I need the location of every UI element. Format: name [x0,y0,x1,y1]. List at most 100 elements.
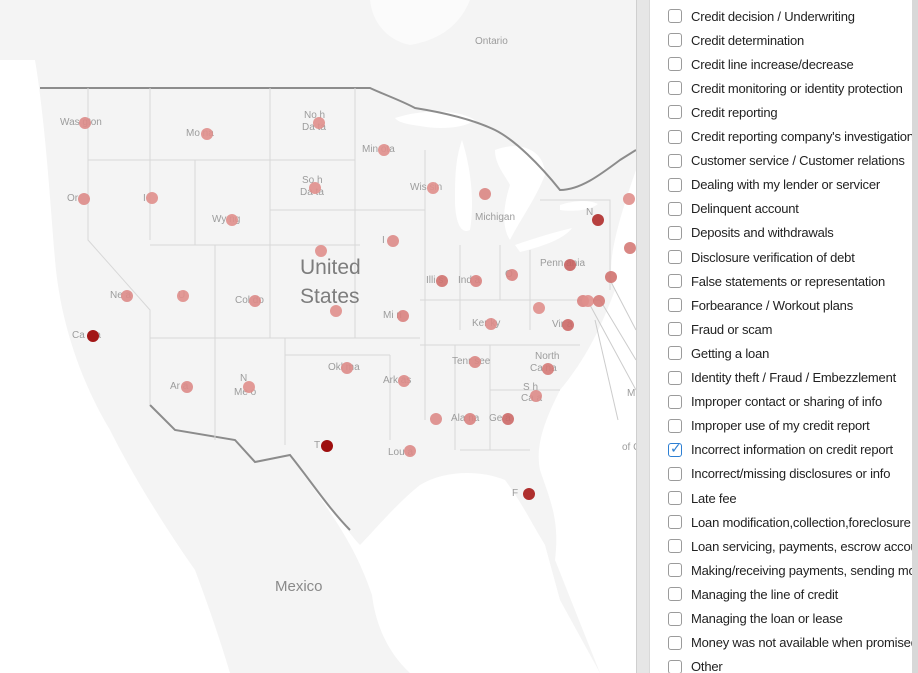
checkbox[interactable] [668,201,682,216]
filter-option[interactable]: Money was not available when promised [650,631,912,655]
checkbox[interactable] [668,539,682,554]
checkbox[interactable] [668,563,682,578]
filter-option[interactable]: Credit reporting [650,100,778,124]
filter-option[interactable]: Credit decision / Underwriting [650,4,855,28]
filter-option[interactable]: Credit monitoring or identity protection [650,76,903,100]
filter-option[interactable]: Managing the loan or lease [650,607,843,631]
map-marker-illinois[interactable] [436,275,448,287]
checkbox[interactable] [668,153,682,168]
checkbox[interactable] [668,57,682,72]
checkbox[interactable] [668,659,682,673]
checkbox[interactable] [668,33,682,48]
checkbox[interactable] [668,346,682,361]
map-marker-virginia[interactable] [562,319,574,331]
map-marker-oklahoma[interactable] [341,362,353,374]
filter-option[interactable]: Deposits and withdrawals [650,221,834,245]
map-marker-alabama[interactable] [464,413,476,425]
map-marker-new-jersey[interactable] [593,295,605,307]
checkbox[interactable] [668,105,682,120]
filter-option[interactable]: Customer service / Customer relations [650,149,905,173]
map-marker-wisconsin[interactable] [427,182,439,194]
checkbox[interactable] [668,250,682,264]
filter-option[interactable]: Incorrect information on credit report [650,438,893,462]
filter-option[interactable]: Credit determination [650,28,804,52]
checkbox[interactable] [668,370,682,385]
checkbox[interactable] [668,129,682,144]
panel-divider[interactable] [636,0,650,673]
checkbox[interactable] [668,491,682,505]
checkbox[interactable] [668,322,682,337]
map-marker-utah[interactable] [177,290,189,302]
filter-option[interactable]: Other [650,655,723,673]
map-marker-georgia[interactable] [502,413,514,425]
map-marker-west-virginia[interactable] [533,302,545,314]
map-marker-north-dakota[interactable] [313,117,325,129]
filter-option[interactable]: Loan servicing, payments, escrow account [650,534,912,558]
map-marker-iowa[interactable] [387,235,399,247]
checkbox[interactable] [668,9,682,23]
checkbox[interactable] [668,225,682,240]
checkbox[interactable] [668,635,682,650]
filter-option[interactable]: Managing the line of credit [650,582,838,606]
map-marker-missouri[interactable] [397,310,409,322]
map-marker-michigan[interactable] [479,188,491,200]
map-marker-mississippi[interactable] [430,413,442,425]
map-marker-colorado[interactable] [249,295,261,307]
map-marker-tennessee[interactable] [469,356,481,368]
map-marker-idaho[interactable] [146,192,158,204]
map-marker-indiana[interactable] [470,275,482,287]
filter-option[interactable]: Credit reporting company's investigation [650,125,912,149]
filter-option[interactable]: Getting a loan [650,341,769,365]
checkbox[interactable] [668,418,682,433]
map-marker-nevada[interactable] [121,290,133,302]
map-marker-montana[interactable] [201,128,213,140]
filter-option[interactable]: Credit line increase/decrease [650,52,854,76]
map-marker-arkansas[interactable] [398,375,410,387]
map-marker-pennsylvania[interactable] [564,259,576,271]
map-marker-arizona[interactable] [181,381,193,393]
map-marker-south-dakota[interactable] [309,182,321,194]
filter-option[interactable]: Delinquent account [650,197,799,221]
checkbox[interactable] [668,466,682,481]
map-marker-minnesota[interactable] [378,144,390,156]
map-marker-nebraska[interactable] [315,245,327,257]
map-marker-ohio[interactable] [506,269,518,281]
map-marker-louisiana[interactable] [404,445,416,457]
filter-option[interactable]: Late fee [650,486,737,510]
filter-option[interactable]: Identity theft / Fraud / Embezzlement [650,366,896,390]
map-marker-california[interactable] [87,330,99,342]
filter-option[interactable]: Dealing with my lender or servicer [650,173,880,197]
map-marker-north-carolina[interactable] [542,363,554,375]
map-marker-new-mexico[interactable] [243,381,255,393]
map-view[interactable]: Ontario United States Michigan Mexico Wa… [0,0,636,673]
checkbox[interactable] [668,394,682,409]
checkbox-checked[interactable] [668,441,682,457]
map-marker-oregon[interactable] [78,193,90,205]
checkbox[interactable] [668,515,682,530]
map-marker-new-york[interactable] [592,214,604,226]
map-marker-kentucky[interactable] [485,318,497,330]
filter-option[interactable]: Making/receiving payments, sending mo... [650,558,912,582]
map-marker-vermont[interactable] [623,193,635,205]
filter-option[interactable]: Improper use of my credit report [650,414,870,438]
checkbox[interactable] [668,587,682,602]
filter-option[interactable]: Incorrect/missing disclosures or info [650,462,890,486]
map-marker-texas[interactable] [321,440,333,452]
map-marker-florida[interactable] [523,488,535,500]
map-marker-washington[interactable] [79,117,91,129]
map-marker-connecticut[interactable] [605,271,617,283]
checkbox[interactable] [668,298,682,313]
map-marker-south-carolina[interactable] [530,390,542,402]
filter-option[interactable]: Disclosure verification of debt [650,245,855,269]
checkbox[interactable] [668,177,682,192]
filter-option[interactable]: Improper contact or sharing of info [650,390,882,414]
filter-option[interactable]: Loan modification,collection,foreclosure [650,510,911,534]
checkbox[interactable] [668,611,682,626]
map-marker-massachusetts[interactable] [624,242,636,254]
filter-option[interactable]: Fraud or scam [650,317,772,341]
checkbox[interactable] [668,81,682,96]
checkbox[interactable] [668,274,682,289]
map-marker-kansas[interactable] [330,305,342,317]
map-marker-wyoming[interactable] [226,214,238,226]
filter-option[interactable]: False statements or representation [650,269,885,293]
